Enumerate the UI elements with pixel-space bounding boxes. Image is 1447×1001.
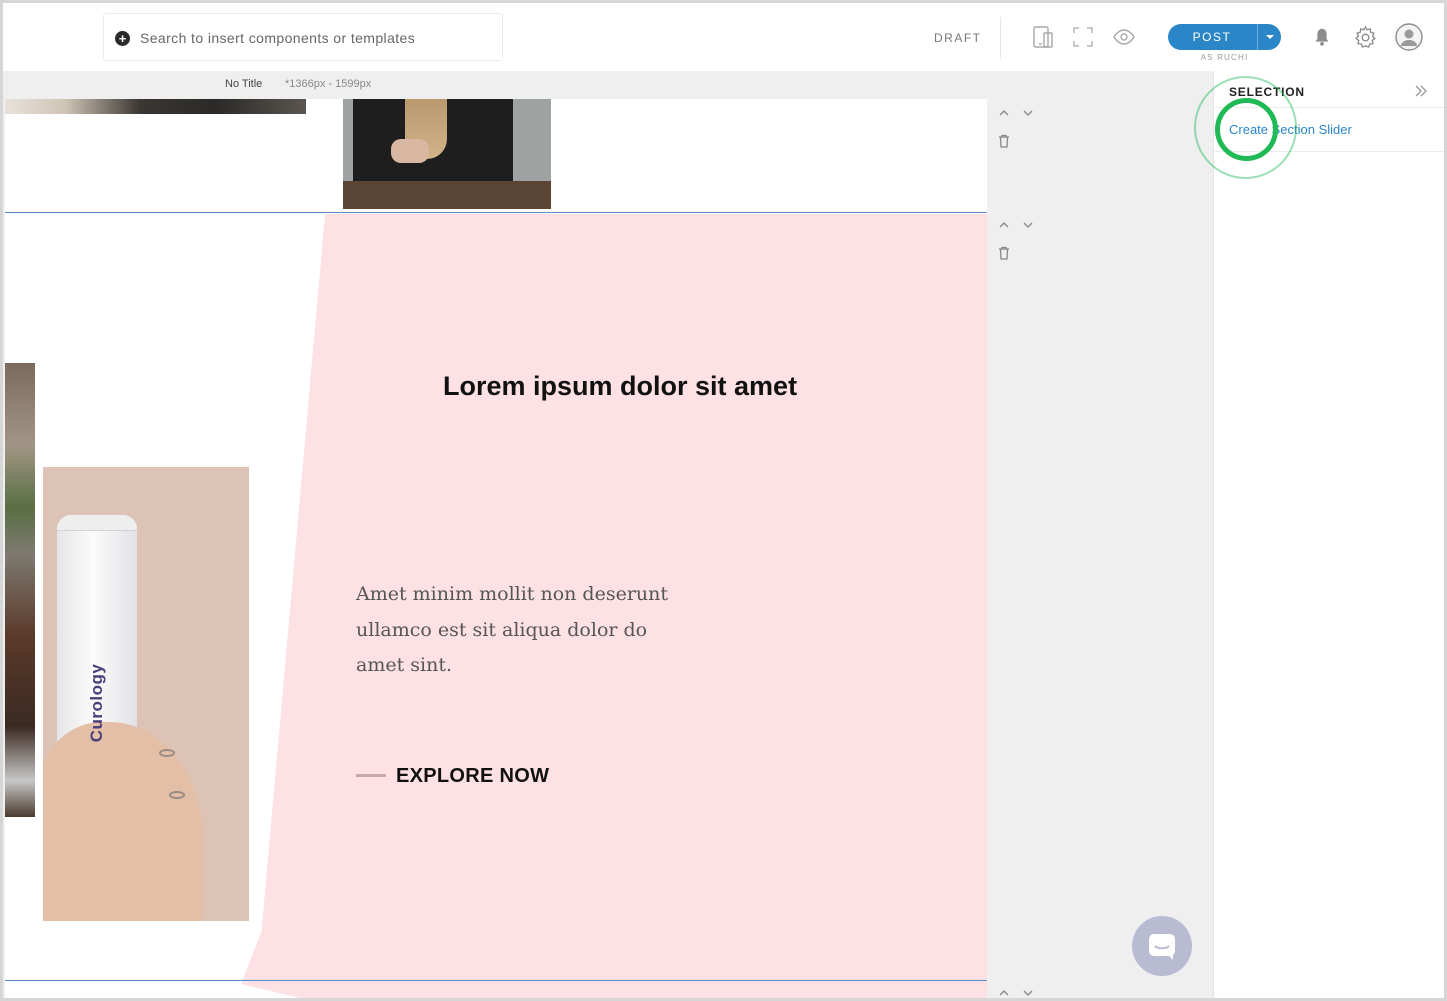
chevron-down-icon[interactable]	[1022, 107, 1034, 121]
toolbar-divider	[1000, 17, 1001, 59]
chevron-up-icon[interactable]	[998, 219, 1010, 233]
post-as-user: AS RUCHI	[1200, 53, 1249, 62]
image-part	[169, 791, 185, 799]
component-search[interactable]: +	[103, 13, 503, 61]
chevron-up-icon[interactable]	[998, 107, 1010, 121]
bell-icon[interactable]	[1311, 26, 1335, 50]
image-part	[391, 139, 429, 163]
page-size: *1366px - 1599px	[285, 78, 372, 90]
image-part	[43, 722, 203, 921]
section-image-product[interactable]: Curology	[43, 467, 249, 921]
hero-title[interactable]: Lorem ipsum dolor sit amet	[443, 371, 797, 402]
section-boundary	[5, 212, 987, 213]
chevron-up-icon[interactable]	[998, 987, 1010, 998]
plus-icon[interactable]: +	[115, 31, 130, 46]
explore-now-label: EXPLORE NOW	[396, 765, 550, 787]
post-button[interactable]: POST	[1168, 24, 1281, 50]
app-window: + DRAFT POST AS RUCHI	[0, 0, 1447, 1001]
chevron-down-icon[interactable]	[1022, 987, 1034, 998]
image-part	[159, 749, 175, 757]
section-image-interior[interactable]	[5, 363, 35, 817]
page-preview: Curology Lorem ipsum dolor sit amet Amet…	[5, 99, 987, 998]
chat-launcher[interactable]	[1132, 916, 1192, 976]
devices-icon[interactable]	[1031, 25, 1055, 49]
selection-panel: SELECTION Create Section Slider	[1213, 71, 1444, 998]
post-button-label: POST	[1192, 30, 1232, 44]
product-brand-text: Curology	[87, 663, 106, 743]
fullscreen-icon[interactable]	[1071, 25, 1095, 49]
cta-dash	[356, 774, 386, 777]
search-input[interactable]	[140, 26, 490, 50]
chat-icon	[1149, 934, 1175, 960]
section-image-left[interactable]	[5, 99, 306, 114]
preview-eye-icon[interactable]	[1112, 25, 1136, 49]
post-dropdown-toggle[interactable]	[1257, 24, 1281, 50]
top-toolbar: + DRAFT POST AS RUCHI	[3, 3, 1444, 71]
hero-body[interactable]: Amet minim mollit non deserunt ullamco e…	[356, 577, 676, 684]
image-part	[343, 181, 551, 209]
section-boundary	[5, 980, 987, 981]
gear-icon[interactable]	[1353, 25, 1377, 49]
page-title: No Title	[225, 78, 263, 90]
trash-icon[interactable]	[998, 246, 1010, 263]
chevron-down-icon[interactable]	[1022, 219, 1034, 233]
trash-icon[interactable]	[998, 134, 1010, 151]
click-highlight-inner	[1215, 98, 1278, 161]
draft-status: DRAFT	[934, 31, 982, 45]
avatar-icon[interactable]	[1395, 23, 1423, 51]
section-image-portrait[interactable]	[343, 99, 551, 209]
image-part	[57, 515, 137, 531]
double-chevron-right-icon[interactable]	[1412, 82, 1430, 100]
